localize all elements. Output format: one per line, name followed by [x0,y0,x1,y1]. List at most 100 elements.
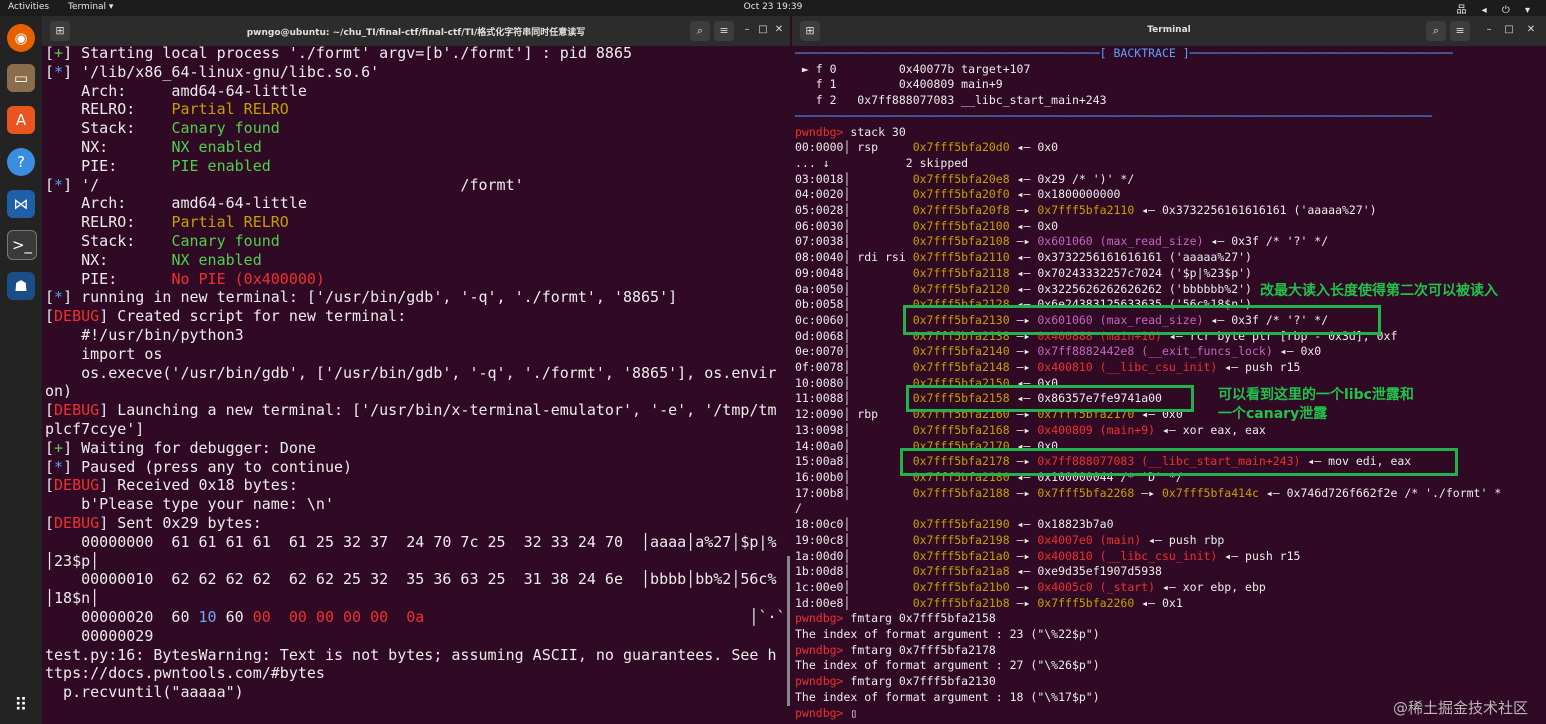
search-icon[interactable]: ⌕ [690,21,710,41]
terminal-line: │18$n│ [45,589,790,608]
terminal-text: 0x7fff5bfa2100 [912,218,1010,233]
terminal-text: b'Please type your name: \n' [45,495,334,514]
terminal-text: Partial RELRO [171,100,289,119]
terminal-text: DEBUG [54,401,100,420]
terminal-text: ] Created script for new terminal: [99,307,407,326]
scrollbar[interactable] [787,556,790,706]
terminal-text: NX: [45,137,172,156]
terminal-text: ] Launching a new terminal: ['/usr/bin/x… [99,401,777,420]
terminal-line: f 2 0x7ff888077083 __libc_start_main+243 [795,93,1546,109]
system-status-icons[interactable]: 品 ◂ ⏻ ▾ [1457,1,1537,16]
menu-icon[interactable]: ≡ [1450,21,1470,41]
menu-icon[interactable]: ≡ [714,21,734,41]
terminal-text: No PIE (0x400000) [171,269,325,288]
terminal-line: The index of format argument : 27 ("\%26… [795,658,1546,674]
terminal-line: 04:0020│ 0x7fff5bfa20f0 ◂— 0x1800000000 [795,187,1546,203]
terminal-text: 00000029 [45,626,154,645]
terminal-text: 0d:0068│ [795,328,913,343]
close-icon[interactable]: ✕ [1524,23,1538,37]
terminal-text: 0x400810 (__libc_csu_init) [1037,548,1218,563]
terminal-line: PIE: PIE enabled [45,157,790,176]
terminal-text: 16:00b0│ [795,469,913,484]
terminal-text: ] Waiting for debugger: Done [63,438,316,457]
terminal-text: 15:00a8│ [795,454,913,469]
terminal-text: plcf7ccye'] [45,419,145,438]
left-terminal-output[interactable]: [+] Starting local process './formt' arg… [45,44,790,702]
terminal-text: 0x7fff5bfa2148 [912,360,1010,375]
minimize-icon[interactable]: – [1482,23,1496,37]
terminal-text: 0x7fff5bfa2190 [912,517,1010,532]
terminal-text: [ [45,62,55,81]
terminal-text: 03:0018│ [795,171,913,186]
terminal-text: —▸ [1009,203,1038,218]
terminal-line: 0f:0078│ 0x7fff5bfa2148 —▸ 0x400810 (__l… [795,360,1546,376]
vscode-icon[interactable]: ⋈ [7,190,35,218]
terminal-text: pwndbg> [795,124,851,139]
files-icon[interactable]: ▭ [7,64,35,92]
terminal-text: import os [45,344,163,363]
terminal-text: PIE: [45,156,172,175]
terminal-line: 00:0000│ rsp 0x7fff5bfa20d0 ◂— 0x0 [795,140,1546,156]
search-icon[interactable]: ⌕ [1426,21,1446,41]
terminal-text: 0a [406,607,425,626]
terminal-text: ◂— xor eax, eax [1155,422,1266,437]
terminal-text: ◂— 0x3732256161616161 ('aaaaa%27') [1134,203,1377,218]
terminal-text: 00000020 60 [45,607,199,626]
terminal-text: —▸ [1009,595,1038,610]
terminal-line: ... ↓ 2 skipped [795,156,1546,172]
terminal-text: 0x7ff8882442e8 (__exit_funcs_lock) [1037,344,1273,359]
terminal-text: + [54,438,64,457]
terminal-text: 0x7fff5bfa2118 [912,265,1010,280]
right-titlebar: ⊞ Terminal ⌕ ≡ – □ ✕ [792,16,1546,46]
terminal-line: Arch: amd64-64-little [45,194,790,213]
terminal-text: 00000010 62 62 62 62 62 62 25 32 35 36 6… [45,570,777,589]
terminal-text: Stack: [45,119,172,138]
terminal-line: NX: NX enabled [45,251,790,270]
terminal-text: ] '/lib/x86_64-linux-gnu/libc.so.6' [63,62,380,81]
terminal-line: [*] Paused (press any to continue) [45,458,790,477]
firefox-icon[interactable]: ◉ [7,24,35,52]
terminal-text: ◂— push r15 [1217,360,1301,375]
terminal-line: f 1 0x400809 main+9 [795,77,1546,93]
terminal-line: Stack: Canary found [45,119,790,138]
close-icon[interactable]: ✕ [772,23,786,37]
terminal-line: 1c:00e0│ 0x7fff5bfa21b0 —▸ 0x4005c0 (_st… [795,580,1546,596]
terminal-text: 0c:0060│ [795,312,913,327]
terminal-text: —▸ [1009,485,1038,500]
clock[interactable]: Oct 23 19:39 [0,2,1546,12]
maximize-icon[interactable]: □ [1502,23,1516,37]
terminal-text: DEBUG [54,513,100,532]
terminal-text: [ [45,44,55,62]
terminal-line: 1b:00d8│ 0x7fff5bfa21a8 ◂— 0xe9d35ef1907… [795,564,1546,580]
apps-grid-icon[interactable]: ⠿ [7,692,35,720]
terminal-text: DEBUG [54,307,100,326]
terminal-text: 10:0080│ [795,375,913,390]
terminal-line: on) [45,382,790,401]
terminal-text: stack 30 [850,124,906,139]
right-terminal-output[interactable]: ────────────────────────────────────────… [795,46,1546,721]
help-icon[interactable]: ? [7,148,35,176]
terminal-text: 04:0020│ [795,187,913,202]
terminal-text: Stack: [45,231,172,250]
terminal-text: PIE: [45,269,172,288]
terminal-text: —▸ [1009,344,1038,359]
highlight-canary [906,385,1194,412]
terminal-line: [+] Starting local process './formt' arg… [45,44,790,63]
ghidra-icon[interactable]: ☗ [7,272,35,300]
left-terminal-window: ⊞ pwngo@ubuntu: ~/chu_TI/final-ctf/final… [42,16,790,724]
terminal-text: os.execve('/usr/bin/gdb', ['/usr/bin/gdb… [45,363,777,382]
maximize-icon[interactable]: □ [756,23,770,37]
terminal-text: 0x7fff5bfa21b0 [912,579,1010,594]
software-icon[interactable]: A [7,106,35,134]
terminal-text: 0x4005c0 (_start) [1037,579,1156,594]
terminal-text: + [54,44,64,62]
minimize-icon[interactable]: – [740,23,754,37]
terminal-text: 0x7fff5bfa2260 [1037,595,1135,610]
terminal-text: 00 00 00 00 [288,607,389,626]
terminal-icon[interactable]: >_ [7,230,37,260]
terminal-line: import os [45,345,790,364]
terminal-text: ◂— 0x1 [1134,595,1183,610]
system-top-bar: Activities Terminal ▾ Oct 23 19:39 品 ◂ ⏻… [0,0,1546,16]
terminal-text: 0f:0078│ [795,360,913,375]
